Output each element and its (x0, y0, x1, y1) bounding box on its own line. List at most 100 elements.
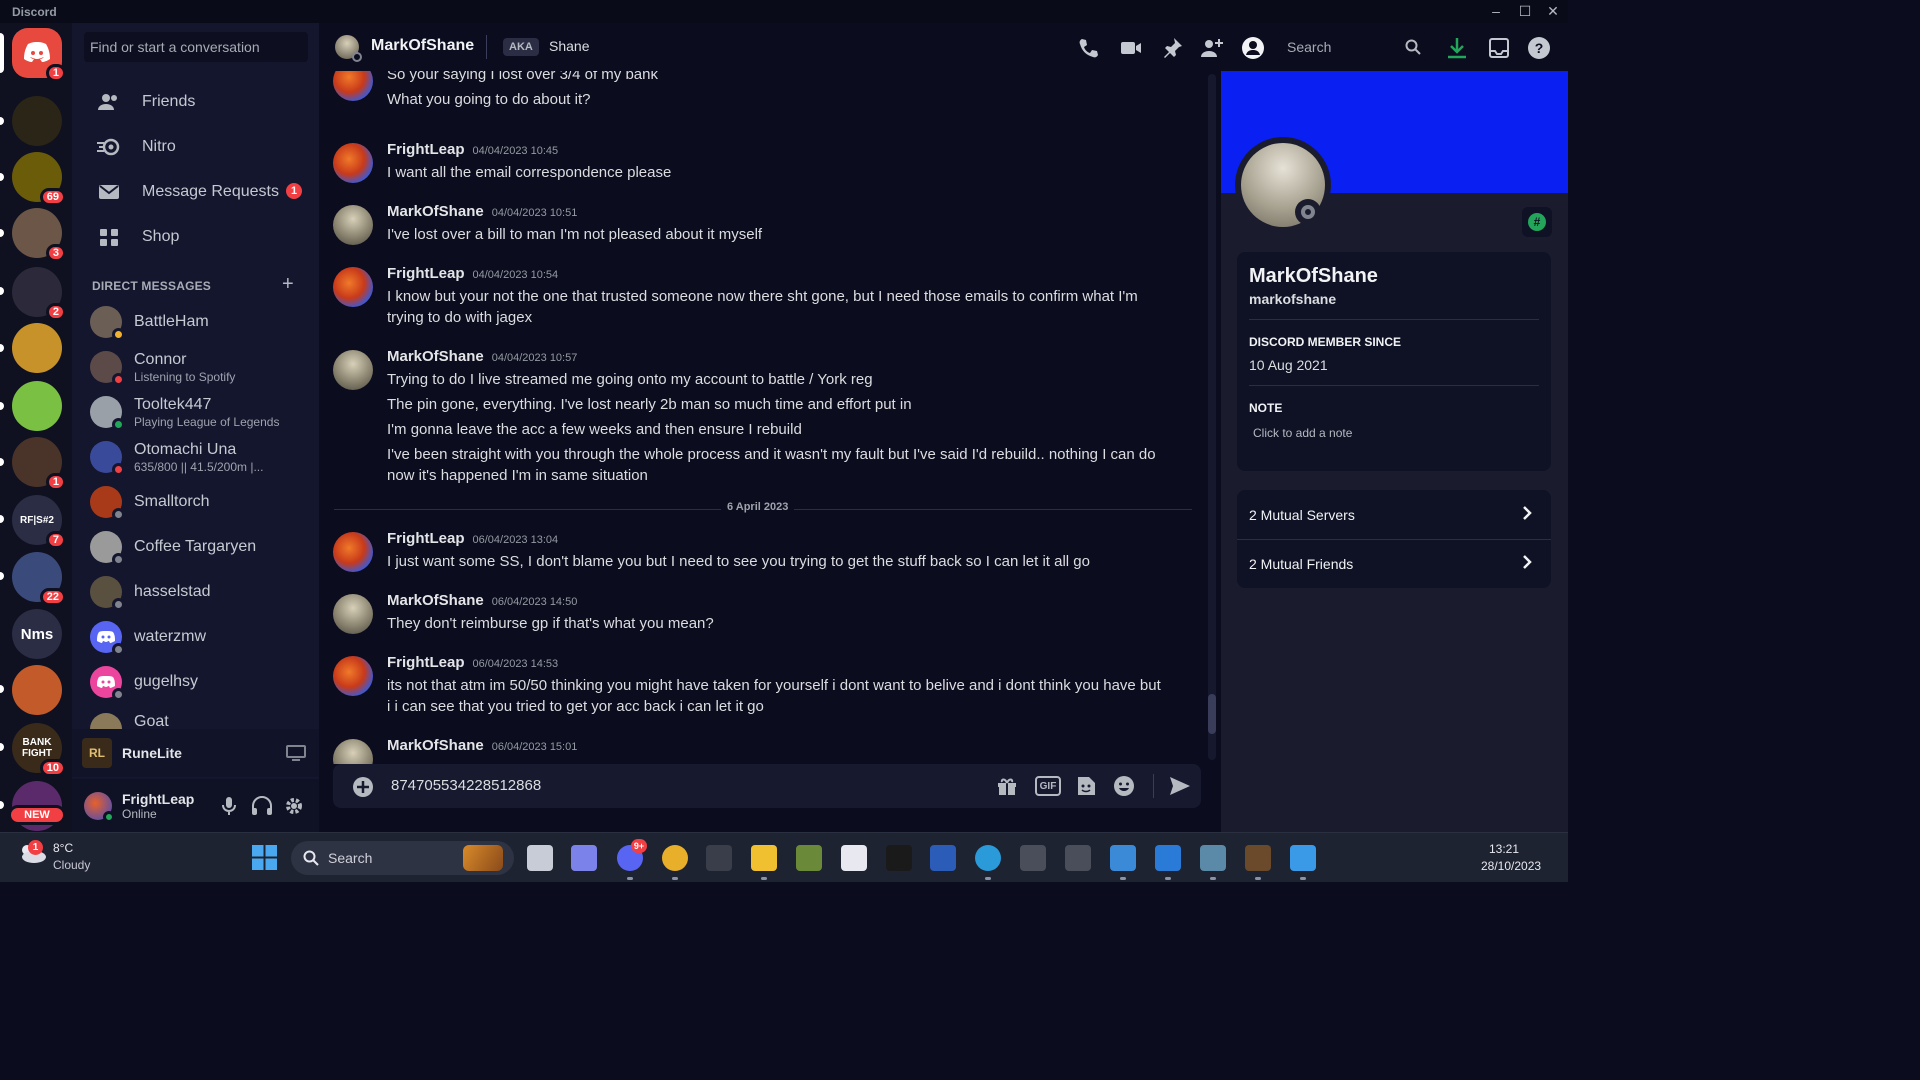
message-avatar[interactable] (333, 205, 373, 245)
message-author[interactable]: FrightLeap 04/04/2023 10:54 (387, 265, 558, 282)
message-avatar[interactable] (333, 532, 373, 572)
nav-shop[interactable]: Shop (80, 216, 312, 258)
mouse-app-icon[interactable] (706, 845, 732, 871)
nav-message-requests[interactable]: Message Requests 1 (80, 171, 312, 213)
server-face[interactable]: 1 (12, 437, 66, 491)
dm-item[interactable]: Goat (80, 705, 312, 731)
message-avatar[interactable] (333, 594, 373, 634)
app-y-icon[interactable] (1065, 845, 1091, 871)
server-fire[interactable]: 22 (12, 552, 66, 606)
screen-share-icon[interactable] (286, 744, 306, 767)
send-icon[interactable] (1168, 775, 1192, 802)
inbox-icon[interactable] (1487, 36, 1511, 60)
gift-icon[interactable] (996, 775, 1018, 802)
dm-item[interactable]: Tooltek447 Playing League of Legends (80, 390, 312, 434)
headphones-icon[interactable] (251, 796, 273, 821)
message-avatar[interactable] (333, 143, 373, 183)
author-name[interactable]: MarkOfShane (387, 592, 484, 609)
upload-plus-icon[interactable] (352, 776, 374, 803)
app-crystal-icon[interactable] (1200, 845, 1226, 871)
clock-date[interactable]: 28/10/2023 (1481, 859, 1541, 873)
server-bulb[interactable] (12, 381, 62, 431)
dm-item[interactable]: Otomachi Una 635/800 || 41.5/200m |... (80, 435, 312, 479)
video-call-icon[interactable] (1119, 36, 1143, 60)
message-avatar[interactable] (333, 656, 373, 696)
file-explorer-icon[interactable] (751, 845, 777, 871)
server-rfs[interactable]: RF|S#2 7 (12, 495, 66, 549)
server-bird[interactable] (12, 323, 62, 373)
hashtag-badge-icon[interactable]: # (1522, 207, 1552, 237)
create-dm-plus-icon[interactable]: + (282, 273, 294, 296)
task-view-icon[interactable] (527, 845, 553, 871)
add-friend-to-dm-icon[interactable] (1200, 36, 1224, 60)
user-info[interactable]: FrightLeap Online (122, 791, 194, 821)
word-icon[interactable] (930, 845, 956, 871)
server-new[interactable]: NEW (8, 781, 66, 831)
runelite-taskbar-icon[interactable] (1245, 845, 1271, 871)
message-author[interactable]: MarkOfShane 04/04/2023 10:51 (387, 203, 577, 220)
server-tostaan[interactable]: 69 (12, 152, 66, 206)
minimize-button[interactable]: – (1484, 2, 1508, 20)
nav-friends[interactable]: Friends (80, 81, 312, 123)
chat-scrollbar-track[interactable] (1208, 74, 1216, 760)
server-warrior[interactable] (12, 665, 62, 715)
author-name[interactable]: MarkOfShane (387, 203, 484, 220)
user-profile-toggle-icon[interactable] (1241, 36, 1265, 60)
author-name[interactable]: FrightLeap (387, 530, 465, 547)
dm-item[interactable]: gugelhsy (80, 660, 312, 704)
message-author[interactable]: MarkOfShane 06/04/2023 15:01 (387, 737, 577, 754)
author-name[interactable]: FrightLeap (387, 141, 465, 158)
edge-beta-icon[interactable] (975, 845, 1001, 871)
message-author[interactable]: FrightLeap 06/04/2023 14:53 (387, 654, 558, 671)
clock-time[interactable]: 13:21 (1489, 842, 1519, 856)
app-blue-icon[interactable] (1155, 845, 1181, 871)
dm-item[interactable]: Coffee Targaryen (80, 525, 312, 569)
paint-icon[interactable] (1290, 845, 1316, 871)
sticker-icon[interactable] (1075, 775, 1097, 802)
server-nms[interactable]: Nms (12, 609, 62, 659)
message-avatar[interactable] (333, 350, 373, 390)
microsoft-store-icon[interactable] (841, 845, 867, 871)
message-author[interactable]: MarkOfShane 06/04/2023 14:50 (387, 592, 577, 609)
author-name[interactable]: FrightLeap (387, 654, 465, 671)
app-a-icon[interactable] (1020, 845, 1046, 871)
header-search-input[interactable]: Search (1277, 33, 1427, 61)
voice-call-icon[interactable] (1077, 36, 1101, 60)
author-name[interactable]: FrightLeap (387, 265, 465, 282)
discord-taskbar-icon[interactable]: 9+ (617, 839, 647, 871)
activity-runelite[interactable]: RL RuneLite (72, 729, 319, 777)
microphone-icon[interactable] (220, 796, 238, 821)
maximize-button[interactable]: ☐ (1513, 2, 1537, 20)
mutual-servers-row[interactable]: 2 Mutual Servers (1237, 490, 1551, 539)
taskbar-search[interactable]: Search (291, 841, 514, 875)
cloudy-weather-icon[interactable]: 1 (18, 840, 48, 871)
teams-chat-icon[interactable] (571, 845, 597, 871)
message-avatar[interactable] (333, 71, 373, 101)
pinned-messages-icon[interactable] (1160, 36, 1184, 60)
x-app-icon[interactable] (886, 845, 912, 871)
server-cat[interactable]: 3 (12, 208, 66, 262)
message-avatar[interactable] (333, 739, 373, 764)
download-icon[interactable] (1445, 36, 1469, 60)
nav-nitro[interactable]: Nitro (80, 126, 312, 168)
mutual-friends-row[interactable]: 2 Mutual Friends (1237, 540, 1551, 588)
message-input[interactable]: 874705534228512868 (391, 777, 541, 794)
dm-item[interactable]: Connor Listening to Spotify (80, 345, 312, 389)
windows-start-icon[interactable] (252, 845, 277, 875)
dm-search-input[interactable]: Find or start a conversation (84, 32, 308, 62)
emoji-icon[interactable] (1113, 775, 1135, 802)
server-poop[interactable]: 2 (12, 267, 66, 321)
message-author[interactable]: MarkOfShane 04/04/2023 10:57 (387, 348, 577, 365)
chrome-icon[interactable] (662, 845, 688, 871)
dm-item[interactable]: Smalltorch (80, 480, 312, 524)
chat-scrollbar-thumb[interactable] (1208, 694, 1216, 734)
help-icon[interactable]: ? (1527, 36, 1551, 60)
user-avatar[interactable] (84, 791, 115, 823)
notepad-icon[interactable] (1110, 845, 1136, 871)
note-input[interactable]: Click to add a note (1253, 426, 1352, 440)
dm-item[interactable]: BattleHam (80, 300, 312, 344)
close-button[interactable]: ✕ (1541, 2, 1565, 20)
author-name[interactable]: MarkOfShane (387, 348, 484, 365)
home[interactable]: 1 (12, 28, 66, 82)
minecraft-icon[interactable] (796, 845, 822, 871)
